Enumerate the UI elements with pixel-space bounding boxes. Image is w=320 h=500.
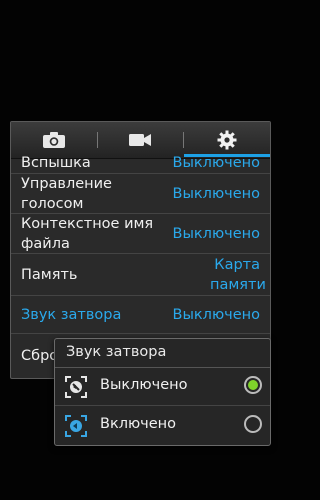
shutter-sound-off-icon	[65, 376, 87, 398]
video-camera-icon	[129, 134, 151, 146]
setting-row-shutter-sound[interactable]: Звук затвора Выключено	[11, 295, 270, 333]
popup-title: Звук затвора	[66, 344, 167, 360]
gear-icon	[217, 130, 236, 150]
setting-row-flash[interactable]: Вспышка Выключено	[11, 151, 270, 173]
shutter-sound-on-icon	[65, 415, 87, 437]
option-shutter-on[interactable]: Включено	[55, 406, 270, 444]
setting-label: Контекстное имя файла	[21, 215, 154, 252]
setting-label: Управление голосом	[21, 175, 112, 212]
setting-row-voice-control[interactable]: Управление голосом Выключено	[11, 173, 270, 213]
option-shutter-off[interactable]: Выключено	[55, 367, 270, 405]
option-label: Включено	[100, 416, 177, 432]
shutter-sound-popup: Звук затвора Выключено Включено	[54, 338, 271, 446]
setting-value: Выключено	[172, 185, 260, 202]
setting-label: Сбро	[21, 347, 59, 364]
camera-icon	[43, 132, 65, 148]
setting-row-storage[interactable]: Память Карта памяти	[11, 253, 270, 295]
option-label: Выключено	[100, 377, 188, 393]
setting-label: Звук затвора	[21, 306, 122, 323]
setting-value: Выключено	[172, 225, 260, 242]
setting-value: Выключено	[172, 155, 260, 171]
setting-value: Карта памяти	[210, 256, 266, 293]
setting-row-contextual-filename[interactable]: Контекстное имя файла Выключено	[11, 213, 270, 253]
setting-label: Память	[21, 266, 78, 283]
radio-button-unselected[interactable]	[244, 415, 262, 433]
setting-value: Выключено	[172, 306, 260, 323]
radio-button-selected[interactable]	[244, 376, 262, 394]
setting-label: Вспышка	[21, 155, 91, 171]
